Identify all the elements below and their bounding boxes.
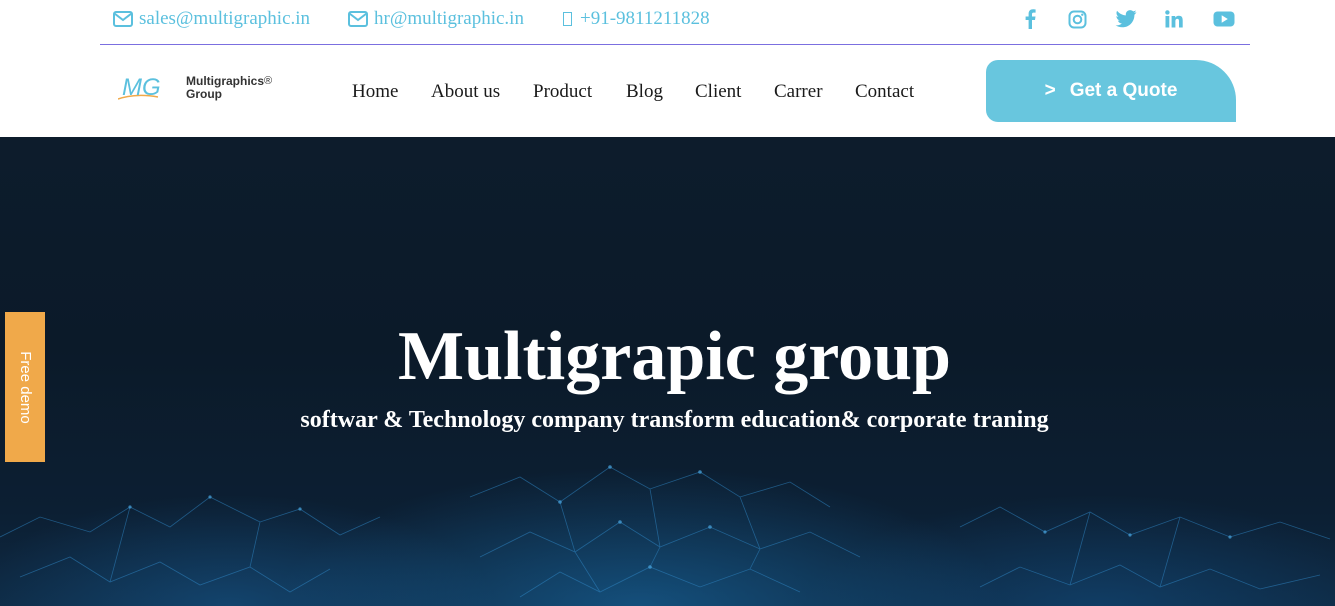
youtube-icon[interactable] <box>1212 7 1236 31</box>
get-a-quote-label: Get a Quote <box>1069 80 1178 101</box>
phone-link[interactable]: +91-9811211828 <box>563 7 710 31</box>
logo-registered: ® <box>264 75 273 87</box>
hero-section: Multigrapic group softwar & Technology c… <box>0 137 1335 606</box>
hero-subtitle: softwar & Technology company transform e… <box>300 407 1049 433</box>
envelope-icon <box>113 11 133 27</box>
phone-text: +91-9811211828 <box>580 8 710 29</box>
nav-blog[interactable]: Blog <box>626 79 663 105</box>
envelope-icon <box>348 11 368 27</box>
free-demo-label: Free demo <box>16 350 34 424</box>
hr-email-link[interactable]: hr@multigraphic.in <box>348 7 524 31</box>
logo-mark: MG <box>117 74 161 101</box>
logo-name: Multigraphics <box>186 74 265 88</box>
nav-carrer[interactable]: Carrer <box>774 79 823 105</box>
chevron-right-icon: > <box>1044 80 1056 101</box>
nav-home[interactable]: Home <box>352 79 398 105</box>
nav-about-us[interactable]: About us <box>431 79 500 105</box>
hero-title: Multigrapic group <box>398 318 951 395</box>
free-demo-tab[interactable]: Free demo <box>5 312 45 462</box>
twitter-icon[interactable] <box>1114 7 1138 31</box>
nav-contact[interactable]: Contact <box>855 79 914 105</box>
sales-email-text: sales@multigraphic.in <box>139 8 311 29</box>
site-header: MG Multigraphics® Group Home About us Pr… <box>0 45 1335 137</box>
get-a-quote-button[interactable]: > Get a Quote <box>986 60 1236 122</box>
instagram-icon[interactable] <box>1066 7 1088 31</box>
company-logo[interactable]: MG Multigraphics® Group <box>117 71 288 107</box>
svg-text:MG: MG <box>122 74 161 101</box>
top-contact-bar: sales@multigraphic.in hr@multigraphic.in… <box>100 0 1250 45</box>
hr-email-text: hr@multigraphic.in <box>374 8 524 29</box>
nav-product[interactable]: Product <box>533 79 592 105</box>
phone-icon <box>563 12 572 26</box>
logo-sub: Group <box>186 87 222 101</box>
logo-text: Multigraphics® Group <box>186 75 272 101</box>
sales-email-link[interactable]: sales@multigraphic.in <box>113 7 310 31</box>
facebook-icon[interactable] <box>1020 7 1040 31</box>
nav-client[interactable]: Client <box>695 79 741 105</box>
linkedin-icon[interactable] <box>1163 7 1185 31</box>
